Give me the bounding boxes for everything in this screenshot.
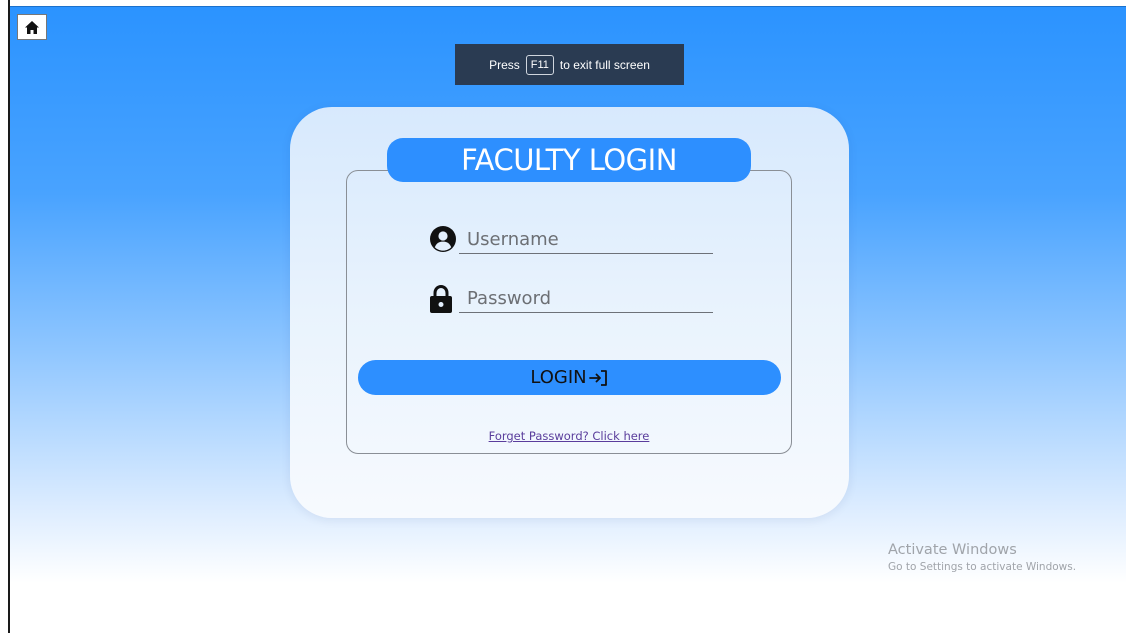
login-title: FACULTY LOGIN [387,138,751,182]
notice-suffix: to exit full screen [559,57,650,72]
username-input[interactable] [459,226,713,254]
lock-icon [430,284,452,317]
login-button[interactable]: LOGIN [358,360,781,395]
activate-windows-watermark: Activate Windows Go to Settings to activ… [888,542,1076,573]
window-top-edge [8,6,1126,7]
notice-prefix: Press [489,57,520,72]
sign-in-icon [588,369,607,386]
login-button-label: LOGIN [530,367,587,388]
f11-key-badge: F11 [525,54,554,75]
user-circle-icon [430,226,456,256]
password-input[interactable] [459,285,713,313]
watermark-subtitle: Go to Settings to activate Windows. [888,561,1077,573]
fullscreen-notice: Press F11 to exit full screen [455,44,684,85]
watermark-title: Activate Windows [888,542,1017,558]
home-button[interactable] [17,14,47,40]
window-left-edge [8,0,10,633]
forgot-password-link[interactable]: Forget Password? Click here [346,429,792,443]
home-icon [25,20,39,34]
